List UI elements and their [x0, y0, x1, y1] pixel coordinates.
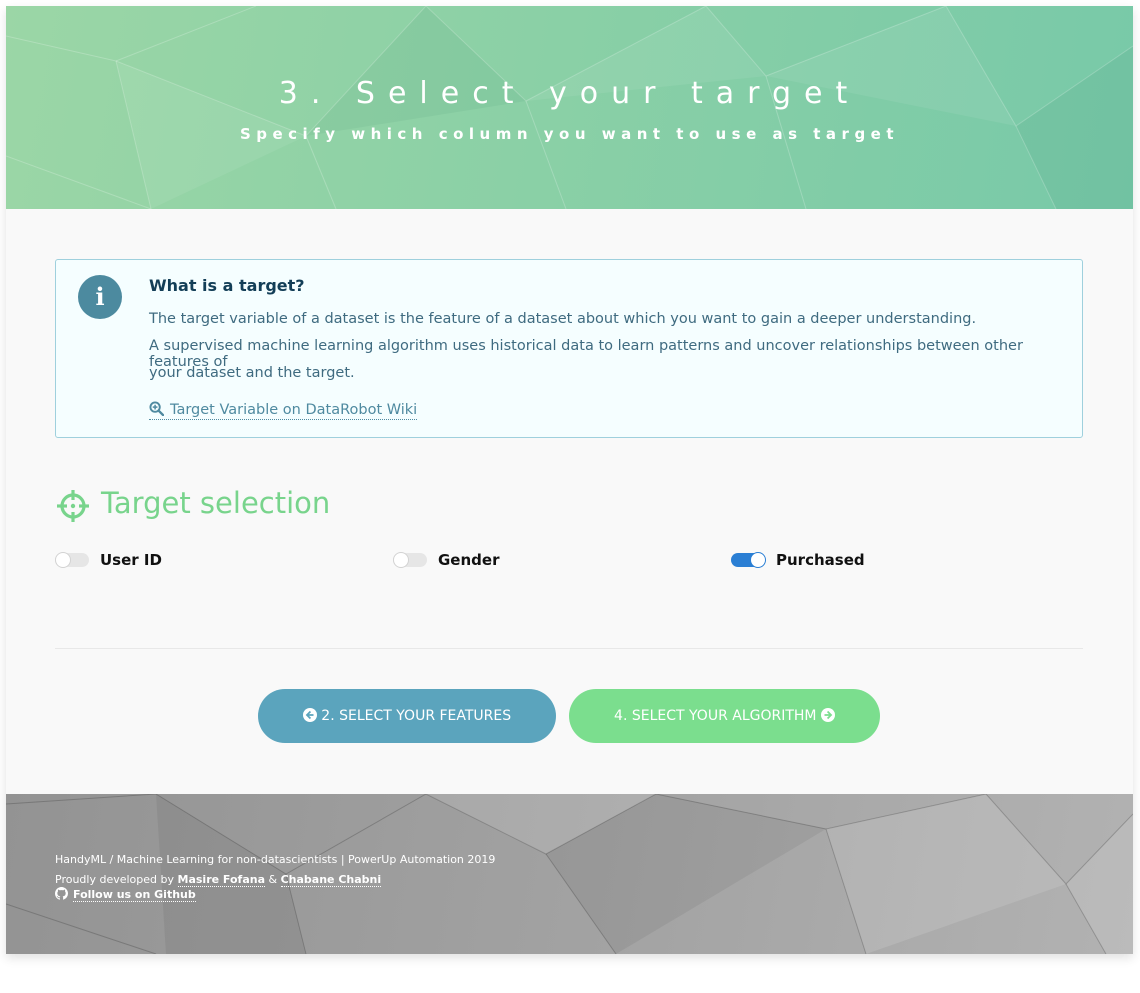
page-subtitle: Specify which column you want to use as … [239, 125, 900, 143]
info-text-line-1: The target variable of a dataset is the … [149, 311, 977, 327]
arrow-circle-left-icon [302, 708, 317, 722]
section-title: Target selection [101, 486, 331, 520]
toggle-user-id[interactable] [55, 552, 89, 568]
option-label-user-id: User ID [100, 551, 162, 569]
footer-credits-separator: & [268, 873, 278, 886]
toggle-knob [393, 552, 409, 568]
page-footer: HandyML / Machine Learning for non-datas… [6, 794, 1133, 954]
search-plus-icon [149, 401, 165, 417]
toggle-gender[interactable] [393, 552, 427, 568]
info-text-line-3: your dataset and the target. [149, 365, 355, 381]
datarobot-wiki-link[interactable]: Target Variable on DataRobot Wiki [149, 401, 418, 420]
select-algorithm-button[interactable]: 4. SELECT YOUR ALGORITHM [569, 689, 880, 743]
toggle-knob [55, 552, 71, 568]
info-icon: i [78, 275, 122, 319]
toggle-purchased[interactable] [731, 552, 766, 568]
footer-credits-prefix: Proudly developed by [55, 873, 175, 886]
select-features-button[interactable]: 2. SELECT YOUR FEATURES [258, 689, 556, 743]
page-card: 3. Select your target Specify which colu… [6, 6, 1133, 954]
select-features-button-label: 2. SELECT YOUR FEATURES [321, 708, 512, 724]
footer-copyright: HandyML / Machine Learning for non-datas… [55, 853, 496, 866]
github-icon [55, 887, 68, 900]
developer-link-masire[interactable]: Masire Fofana [177, 873, 266, 887]
option-label-purchased: Purchased [776, 551, 865, 569]
info-box: i What is a target? The target variable … [55, 259, 1083, 438]
select-algorithm-button-label: 4. SELECT YOUR ALGORITHM [614, 708, 817, 724]
page-header: 3. Select your target Specify which colu… [6, 6, 1133, 209]
page-title: 3. Select your target [278, 76, 861, 111]
crosshairs-icon [57, 490, 89, 522]
info-title: What is a target? [149, 276, 305, 295]
footer-credits: Proudly developed by Masire Fofana & Cha… [55, 873, 382, 887]
toggle-knob [750, 552, 766, 568]
github-link[interactable]: Follow us on Github [55, 887, 196, 902]
developer-link-chabane[interactable]: Chabane Chabni [280, 873, 382, 887]
arrow-circle-right-icon [820, 708, 835, 722]
option-label-gender: Gender [438, 551, 500, 569]
divider [55, 648, 1083, 649]
datarobot-wiki-link-label: Target Variable on DataRobot Wiki [170, 402, 418, 418]
github-link-label: Follow us on Github [73, 888, 196, 902]
